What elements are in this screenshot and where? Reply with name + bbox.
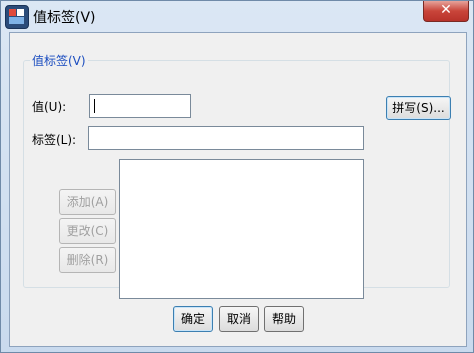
value-label: 值(U): <box>32 100 67 114</box>
value-labels-group: 值标签(V) 值(U): 拼写(S)... 标签(L): 添加(A) 更改(C)… <box>23 52 451 299</box>
label-input[interactable] <box>88 126 364 150</box>
value-labels-dialog: 值标签(V) ✕ 值标签(V) 值(U): 拼写(S)... 标签(L): 添加… <box>0 0 474 353</box>
spelling-button[interactable]: 拼写(S)... <box>386 96 451 120</box>
ok-button[interactable]: 确定 <box>173 306 213 332</box>
add-button[interactable]: 添加(A) <box>59 189 116 215</box>
text-caret <box>94 99 95 113</box>
change-button[interactable]: 更改(C) <box>59 218 116 244</box>
app-icon-tile-red <box>9 9 16 16</box>
title-bar[interactable]: 值标签(V) ✕ <box>1 1 473 31</box>
remove-button[interactable]: 删除(R) <box>59 247 116 273</box>
app-icon-tile-white <box>17 9 24 16</box>
dialog-body: 值标签(V) 值(U): 拼写(S)... 标签(L): 添加(A) 更改(C)… <box>9 32 467 347</box>
app-icon <box>5 5 29 29</box>
value-input[interactable] <box>89 94 191 118</box>
close-icon: ✕ <box>440 2 452 18</box>
help-button[interactable]: 帮助 <box>264 306 304 332</box>
label-label: 标签(L): <box>32 133 77 147</box>
cancel-button[interactable]: 取消 <box>219 306 259 332</box>
window-title: 值标签(V) <box>33 10 96 26</box>
group-legend: 值标签(V) <box>32 54 86 68</box>
app-icon-tile-blue <box>9 17 24 24</box>
close-button[interactable]: ✕ <box>423 1 469 22</box>
value-labels-list[interactable] <box>119 159 364 299</box>
